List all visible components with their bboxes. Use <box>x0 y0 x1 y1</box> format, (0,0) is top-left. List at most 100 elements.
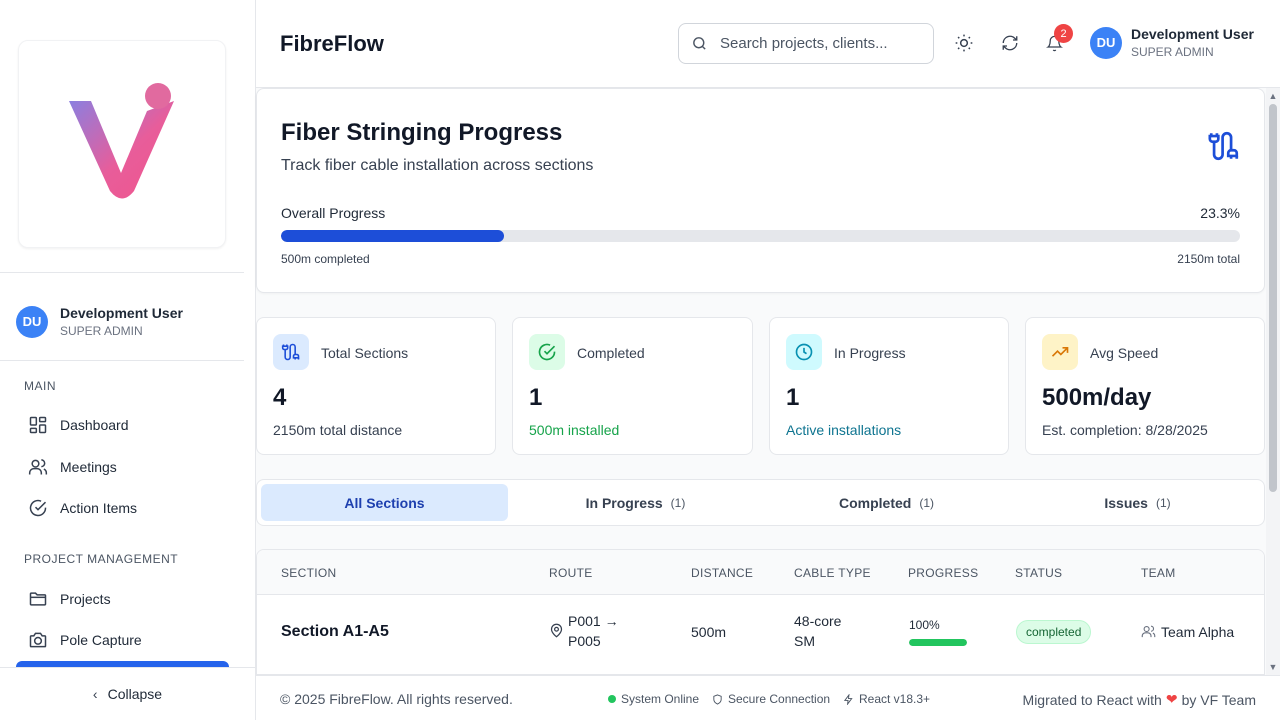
collapse-button[interactable]: ‹ Collapse <box>0 667 255 720</box>
user-name: Development User <box>60 305 183 321</box>
clock-icon <box>795 343 813 361</box>
users-icon <box>28 459 48 475</box>
column-header: STATUS <box>1015 566 1063 580</box>
tab-issues[interactable]: Issues (1) <box>1014 484 1261 521</box>
stat-card-total-sections: Total Sections 4 2150m total distance <box>256 317 496 455</box>
sidebar-item-meetings[interactable]: Meetings <box>28 455 117 479</box>
tab-label: Completed <box>838 494 912 511</box>
shield-icon <box>713 693 722 705</box>
stat-label: Total Sections <box>321 345 409 361</box>
column-header: SECTION <box>281 566 337 580</box>
tab-label: In Progress <box>585 494 663 511</box>
route-from: P001 → <box>568 613 619 629</box>
stat-label: In Progress <box>834 345 906 361</box>
stat-card-completed: Completed 1 500m installed <box>512 317 753 455</box>
stat-value: 1 <box>529 384 543 411</box>
tab-label: Issues <box>1104 494 1148 511</box>
team-name: Team Alpha <box>1161 624 1235 640</box>
trending-up-icon <box>1051 347 1069 357</box>
users-icon <box>1141 625 1156 638</box>
secure-connection: Secure Connection <box>712 692 830 706</box>
secure-label: Secure Connection <box>728 692 831 706</box>
sidebar-user: DU Development User SUPER ADMIN <box>16 305 183 338</box>
sidebar-item-projects[interactable]: Projects <box>28 587 111 611</box>
sidebar-divider <box>0 360 244 361</box>
logo-card <box>18 40 226 248</box>
refresh-button[interactable] <box>999 32 1021 54</box>
table-header: SECTION ROUTE DISTANCE CABLE TYPE PROGRE… <box>257 550 1264 595</box>
cable-type-line2: SM <box>794 633 815 649</box>
stat-label: Completed <box>577 345 645 361</box>
tab-count: (1) <box>1155 495 1171 510</box>
tab-label: All Sections <box>344 494 425 511</box>
stat-icon-wrap <box>529 334 565 370</box>
sidebar-item-label: Projects <box>60 591 111 607</box>
heart-icon: ❤ <box>1165 691 1178 707</box>
page-title: FibreFlow <box>280 31 384 56</box>
migrated-prefix: Migrated to React with <box>1022 691 1162 708</box>
distance-value: 500m <box>691 624 727 640</box>
section-tabs: All Sections In Progress (1) Completed (1)… <box>256 479 1265 526</box>
main-scrollbar[interactable]: ▲ ▼ <box>1266 88 1280 675</box>
header-user-menu[interactable]: DU Development User SUPER ADMIN <box>1090 26 1254 59</box>
stat-note: 500m installed <box>529 422 620 438</box>
overall-progress-fill <box>281 230 505 242</box>
scroll-down-arrow[interactable]: ▼ <box>1268 662 1278 672</box>
overall-progress-bar <box>281 230 1240 242</box>
stat-icon-wrap <box>273 334 309 370</box>
progress-title: Fiber Stringing Progress <box>281 119 563 146</box>
sections-table: SECTION ROUTE DISTANCE CABLE TYPE PROGRE… <box>256 549 1265 675</box>
stat-note: Est. completion: 8/28/2025 <box>1042 422 1208 438</box>
sidebar-item-label: Action Items <box>60 500 138 516</box>
system-status: System Online <box>608 692 699 706</box>
tab-in-progress[interactable]: In Progress (1) <box>512 484 759 521</box>
theme-toggle-button[interactable] <box>953 32 975 54</box>
stat-note: 2150m total distance <box>273 422 403 438</box>
collapse-label: Collapse <box>107 686 163 702</box>
search-box[interactable] <box>678 23 934 64</box>
row-progress-bar <box>909 639 967 646</box>
user-role: SUPER ADMIN <box>1131 45 1214 59</box>
stat-card-in-progress: In Progress 1 Active installations <box>769 317 1009 455</box>
refresh-icon <box>1002 35 1018 51</box>
sidebar-item-pole-capture[interactable]: Pole Capture <box>28 628 142 652</box>
stat-icon-wrap <box>1042 334 1078 370</box>
tab-completed[interactable]: Completed (1) <box>763 484 1010 521</box>
fibreflow-logo <box>69 83 174 199</box>
sidebar-divider <box>0 272 244 273</box>
lightning-icon <box>843 693 853 705</box>
camera-icon <box>29 632 47 648</box>
map-pin-icon <box>550 623 563 638</box>
sidebar-item-dashboard[interactable]: Dashboard <box>28 413 129 437</box>
migrated-note: Migrated to React with ❤ by VF Team <box>1023 691 1256 708</box>
dashboard-icon <box>29 416 47 434</box>
footer: © 2025 FibreFlow. All rights reserved. S… <box>256 675 1280 720</box>
chevron-left-icon: ‹ <box>92 686 98 702</box>
sidebar-item-label: Dashboard <box>60 417 129 433</box>
column-header: DISTANCE <box>691 566 754 580</box>
status-dot-icon <box>608 695 616 703</box>
migrated-suffix: by VF Team <box>1181 691 1256 708</box>
system-status-label: System Online <box>621 692 700 706</box>
sun-icon <box>955 34 973 52</box>
avatar: DU <box>16 305 48 338</box>
check-circle-icon <box>538 343 556 361</box>
react-version: React v18.3+ <box>843 692 930 706</box>
tab-count: (1) <box>919 495 934 510</box>
stat-note: Active installations <box>786 422 902 438</box>
folder-icon <box>29 592 47 606</box>
tab-all-sections[interactable]: All Sections <box>261 484 508 521</box>
copyright: © 2025 FibreFlow. All rights reserved. <box>280 691 513 707</box>
section-name: Section A1-A5 <box>281 623 389 640</box>
progress-percent: 100% <box>909 618 940 632</box>
scroll-thumb[interactable] <box>1269 104 1277 492</box>
search-input[interactable] <box>720 35 910 52</box>
search-icon <box>693 37 706 50</box>
notification-badge: 2 <box>1054 24 1073 43</box>
react-label: React v18.3+ <box>859 692 931 706</box>
scroll-up-arrow[interactable]: ▲ <box>1268 91 1278 101</box>
stat-icon-wrap <box>786 334 822 370</box>
stat-value: 1 <box>786 384 800 411</box>
sidebar-item-action-items[interactable]: Action Items <box>28 496 137 520</box>
top-header: FibreFlow 2 DU Development User SUPER AD… <box>256 0 1280 88</box>
